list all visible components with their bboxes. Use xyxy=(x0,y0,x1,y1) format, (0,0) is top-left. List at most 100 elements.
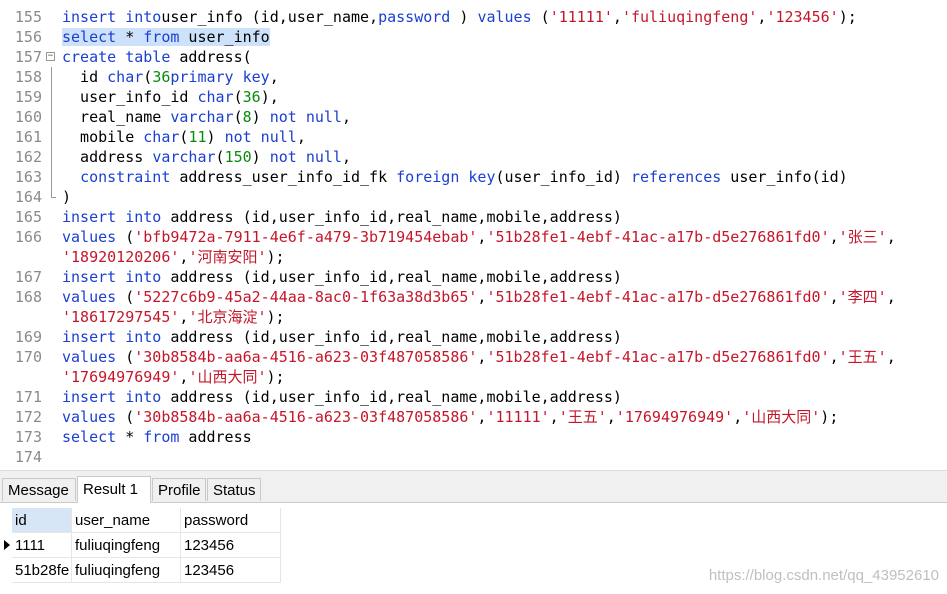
code-line[interactable]: 169 insert into address (id,user_info_id,… xyxy=(0,327,947,347)
code-line[interactable]: 158 id char(36primary key, xyxy=(0,67,947,87)
line-number: 158 xyxy=(14,68,42,86)
code-line[interactable]: 161 mobile char(11) not null, xyxy=(0,127,947,147)
code-token: char xyxy=(197,88,234,106)
column-header-password[interactable]: password xyxy=(181,508,281,533)
code-text: values ('30b8584b-aa6a-4516-a623-03f4870… xyxy=(62,347,896,367)
tab-message[interactable]: Message xyxy=(2,478,76,501)
line-number: 174 xyxy=(14,448,42,466)
fold-end-icon xyxy=(51,187,56,198)
line-number: 160 xyxy=(14,108,42,126)
table-cell[interactable]: fuliuqingfeng xyxy=(72,558,181,583)
code-token: '30b8584b-aa6a-4516-a623-03f487058586' xyxy=(134,408,478,426)
code-token: values xyxy=(477,8,532,26)
code-token: 11 xyxy=(188,128,207,146)
code-token: '123456' xyxy=(766,8,839,26)
code-line[interactable]: 165 insert into address (id,user_info_id,… xyxy=(0,207,947,227)
table-cell[interactable]: 123456 xyxy=(181,558,281,583)
code-token: '30b8584b-aa6a-4516-a623-03f487058586' xyxy=(134,348,478,366)
line-number: 155 xyxy=(14,8,42,26)
tab-status[interactable]: Status xyxy=(207,478,261,501)
code-token: '王五' xyxy=(838,348,887,366)
code-token: ( xyxy=(116,408,135,426)
table-cell[interactable]: fuliuqingfeng xyxy=(72,533,181,558)
result-grid[interactable]: id user_name password 1111 fuliuqingfeng… xyxy=(0,503,947,594)
table-cell[interactable]: 1111 xyxy=(12,533,72,558)
code-line[interactable]: 159 user_info_id char(36), xyxy=(0,87,947,107)
tab-profile[interactable]: Profile xyxy=(152,478,206,501)
line-number: 162 xyxy=(14,148,42,166)
code-text: '18920120206','河南安阳'); xyxy=(62,247,285,267)
code-token: 36 xyxy=(152,68,171,86)
code-token: references xyxy=(630,168,722,186)
code-token: ); xyxy=(838,8,857,26)
code-line[interactable]: 155 insert intouser_info (id,user_name,pa… xyxy=(0,7,947,27)
code-token: , xyxy=(733,408,743,426)
column-header-id[interactable]: id xyxy=(12,508,72,533)
code-token: user_info xyxy=(179,28,270,46)
fold-guide xyxy=(51,167,52,187)
tab-result-1[interactable]: Result 1 xyxy=(77,476,151,503)
code-token: , xyxy=(886,288,896,306)
code-line[interactable]: 172 values ('30b8584b-aa6a-4516-a623-03f4… xyxy=(0,407,947,427)
fold-guide xyxy=(51,87,52,107)
code-line[interactable]: '18920120206','河南安阳'); xyxy=(0,247,947,267)
table-cell[interactable]: 51b28fe xyxy=(12,558,72,583)
line-number: 165 xyxy=(14,208,42,226)
code-token: ); xyxy=(266,368,285,386)
code-token: address (id,user_info_id,real_name,mobil… xyxy=(161,208,622,226)
code-token: '河南安阳' xyxy=(188,248,267,266)
code-token: , xyxy=(886,348,896,366)
code-line[interactable]: '18617297545','北京海淀'); xyxy=(0,307,947,327)
column-header-user-name[interactable]: user_name xyxy=(72,508,181,533)
code-line[interactable]: 156 select * from user_info xyxy=(0,27,947,47)
code-line[interactable]: 173 select * from address xyxy=(0,427,947,447)
code-token: '山西大同' xyxy=(742,408,821,426)
code-line[interactable]: 157− create table address( xyxy=(0,47,947,67)
code-token: '17694976949' xyxy=(62,368,180,386)
code-token: (user_info_id) xyxy=(495,168,631,186)
code-token: insert into xyxy=(62,208,162,226)
code-token: varchar xyxy=(152,148,216,166)
code-token: select xyxy=(62,28,117,46)
code-token: ) xyxy=(251,148,270,166)
code-text: values ('30b8584b-aa6a-4516-a623-03f4870… xyxy=(62,407,838,427)
code-line[interactable]: 168 values ('5227c6b9-45a2-44aa-8ac0-1f63… xyxy=(0,287,947,307)
code-line[interactable]: 171 insert into address (id,user_info_id,… xyxy=(0,387,947,407)
code-token: ( xyxy=(531,8,550,26)
code-token: foreign key xyxy=(396,168,496,186)
line-number: 163 xyxy=(14,168,42,186)
code-token: password xyxy=(378,8,451,26)
code-token: ( xyxy=(116,228,135,246)
line-number: 170 xyxy=(14,348,42,366)
code-token: address (id,user_info_id,real_name,mobil… xyxy=(161,388,622,406)
code-token: , xyxy=(886,228,896,246)
code-token: '18920120206' xyxy=(62,248,180,266)
code-token: from xyxy=(143,428,180,446)
code-token: 8 xyxy=(242,108,252,126)
sql-editor[interactable]: 155 insert into user_info (id,user_name,pa… xyxy=(0,0,947,470)
fold-toggle-icon[interactable]: − xyxy=(46,52,55,61)
fold-guide xyxy=(51,67,52,87)
code-line[interactable]: 167 insert into address (id,user_info_id,… xyxy=(0,267,947,287)
code-token: values xyxy=(62,408,117,426)
code-token: not null xyxy=(224,128,297,146)
code-line[interactable]: 170 values ('30b8584b-aa6a-4516-a623-03f4… xyxy=(0,347,947,367)
code-token: , xyxy=(341,148,351,166)
code-line[interactable]: 164) xyxy=(0,187,947,207)
line-number: 166 xyxy=(14,228,42,246)
code-line[interactable]: 160 real_name varchar(8) not null, xyxy=(0,107,947,127)
code-token: '山西大同' xyxy=(188,368,267,386)
table-cell[interactable]: 123456 xyxy=(181,533,281,558)
code-line[interactable]: 174 xyxy=(0,447,947,467)
code-line[interactable]: 163 constraint address_user_info_id_fk f… xyxy=(0,167,947,187)
code-line[interactable]: '17694976949','山西大同'); xyxy=(0,367,947,387)
code-token: ( xyxy=(215,148,225,166)
code-token: , xyxy=(341,108,351,126)
code-token: , xyxy=(296,128,306,146)
code-line[interactable]: 162 address varchar(150) not null, xyxy=(0,147,947,167)
code-line[interactable]: 166 values ('bfb9472a-7911-4e6f-a479-3b71… xyxy=(0,227,947,247)
line-number: 168 xyxy=(14,288,42,306)
code-token: user_info (id,user_name, xyxy=(161,8,379,26)
code-token: '17694976949' xyxy=(615,408,734,426)
code-text: create table address( xyxy=(62,47,252,67)
